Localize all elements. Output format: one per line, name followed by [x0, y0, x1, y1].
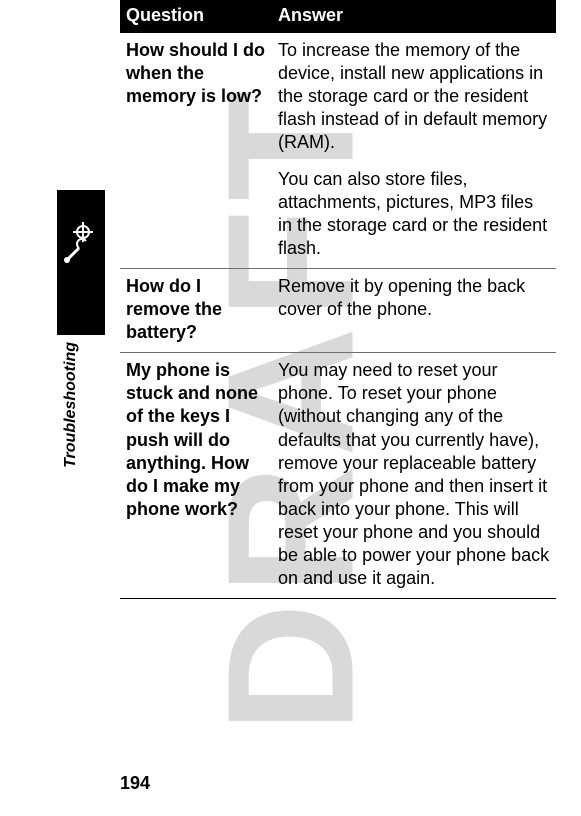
table-row: My phone is stuck and none of the keys I…	[120, 353, 556, 598]
table-row: How do I remove the battery? Remove it b…	[120, 269, 556, 353]
col-header-answer: Answer	[272, 0, 556, 33]
answer-cell: You may need to reset your phone. To res…	[272, 353, 556, 598]
question-cell: How should I do when the memory is low?	[120, 33, 272, 269]
page-number: 194	[120, 773, 150, 794]
answer-paragraph: To increase the memory of the device, in…	[278, 39, 550, 154]
col-header-question: Question	[120, 0, 272, 33]
question-cell: How do I remove the battery?	[120, 269, 272, 353]
answer-paragraph: You can also store files, attachments, p…	[278, 168, 550, 260]
section-label: Troubleshooting	[62, 342, 80, 468]
wrench-target-icon	[61, 220, 101, 264]
table-row: How should I do when the memory is low? …	[120, 33, 556, 269]
question-cell: My phone is stuck and none of the keys I…	[120, 353, 272, 598]
answer-paragraph: Remove it by opening the back cover of t…	[278, 275, 550, 321]
answer-cell: Remove it by opening the back cover of t…	[272, 269, 556, 353]
answer-cell: To increase the memory of the device, in…	[272, 33, 556, 269]
qa-table: Question Answer How should I do when the…	[120, 0, 556, 599]
answer-paragraph: You may need to reset your phone. To res…	[278, 359, 550, 589]
page-content: Question Answer How should I do when the…	[120, 0, 556, 816]
section-tab	[57, 190, 105, 335]
